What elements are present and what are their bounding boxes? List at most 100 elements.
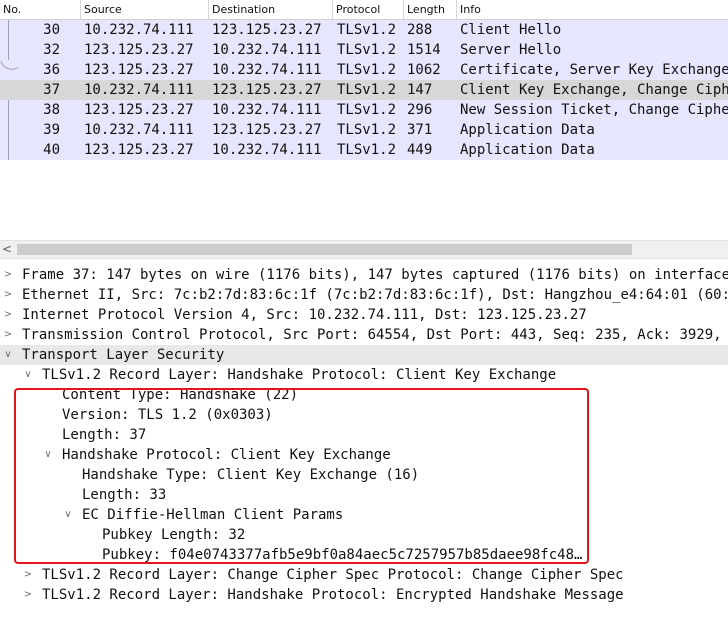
tree-item-label: TLSv1.2 Record Layer: Handshake Protocol… — [42, 587, 624, 603]
tree-item-content-type[interactable]: Content Type: Handshake (22) — [0, 385, 728, 405]
packet-protocol: TLSv1.2 — [337, 122, 397, 138]
tree-item-handshake-type[interactable]: Handshake Type: Client Key Exchange (16) — [0, 465, 728, 485]
packet-source: 123.125.23.27 — [84, 142, 194, 158]
expand-chevron-icon[interactable]: > — [2, 265, 14, 285]
tree-item-frame[interactable]: > Frame 37: 147 bytes on wire (1176 bits… — [0, 265, 728, 285]
packet-protocol: TLSv1.2 — [337, 42, 397, 58]
packet-source: 123.125.23.27 — [84, 102, 194, 118]
packet-source: 123.125.23.27 — [84, 42, 194, 58]
packet-row[interactable]: 32 123.125.23.27 10.232.74.111 TLSv1.2 1… — [0, 40, 728, 60]
packet-row[interactable]: 39 10.232.74.111 123.125.23.27 TLSv1.2 3… — [0, 120, 728, 140]
packet-protocol: TLSv1.2 — [337, 62, 397, 78]
packet-protocol: TLSv1.2 — [337, 22, 397, 38]
column-header-no[interactable]: No. — [0, 0, 81, 19]
tree-item-tls[interactable]: ∨ Transport Layer Security — [0, 345, 728, 365]
packet-length: 288 — [407, 22, 433, 38]
tree-item-label: Ethernet II, Src: 7c:b2:7d:83:6c:1f (7c:… — [22, 287, 728, 303]
tree-item-label: EC Diffie-Hellman Client Params — [82, 507, 344, 523]
packet-length: 147 — [407, 82, 433, 98]
collapse-chevron-icon[interactable]: ∨ — [2, 345, 14, 365]
tree-item-label: Content Type: Handshake (22) — [62, 387, 299, 403]
packet-number: 36 — [43, 62, 60, 78]
tree-item-label: TLSv1.2 Record Layer: Change Cipher Spec… — [42, 567, 624, 583]
packet-number: 37 — [43, 82, 60, 98]
packet-info: Client Key Exchange, Change Ciphe — [460, 82, 728, 98]
packet-length: 1062 — [407, 62, 441, 78]
tree-item-ip[interactable]: > Internet Protocol Version 4, Src: 10.2… — [0, 305, 728, 325]
packet-details-tree: > Frame 37: 147 bytes on wire (1176 bits… — [0, 265, 728, 605]
expand-chevron-icon[interactable]: > — [2, 305, 14, 325]
packet-row-selected[interactable]: 37 10.232.74.111 123.125.23.27 TLSv1.2 1… — [0, 80, 728, 100]
packet-destination: 123.125.23.27 — [212, 22, 322, 38]
packet-row[interactable]: 38 123.125.23.27 10.232.74.111 TLSv1.2 2… — [0, 100, 728, 120]
tree-item-label: Internet Protocol Version 4, Src: 10.232… — [22, 307, 587, 323]
tree-item-handshake-length[interactable]: Length: 33 — [0, 485, 728, 505]
packet-protocol: TLSv1.2 — [337, 142, 397, 158]
packet-length: 371 — [407, 122, 433, 138]
packet-length: 449 — [407, 142, 433, 158]
tree-item-record-change-cipher-spec[interactable]: > TLSv1.2 Record Layer: Change Cipher Sp… — [0, 565, 728, 585]
tree-item-label: Version: TLS 1.2 (0x0303) — [62, 407, 273, 423]
column-header-length[interactable]: Length — [404, 0, 457, 19]
packet-row[interactable]: 40 123.125.23.27 10.232.74.111 TLSv1.2 4… — [0, 140, 728, 160]
column-header-destination[interactable]: Destination — [209, 0, 333, 19]
packet-source: 10.232.74.111 — [84, 22, 194, 38]
packet-destination: 123.125.23.27 — [212, 122, 322, 138]
tree-item-length[interactable]: Length: 37 — [0, 425, 728, 445]
packet-length: 296 — [407, 102, 433, 118]
packet-list-header: No. Source Destination Protocol Length I… — [0, 0, 728, 20]
packet-info: Certificate, Server Key Exchange, — [460, 62, 728, 78]
tree-item-label: Handshake Type: Client Key Exchange (16) — [82, 467, 420, 483]
packet-protocol: TLSv1.2 — [337, 102, 397, 118]
column-header-source[interactable]: Source — [81, 0, 209, 19]
packet-info: Client Hello — [460, 22, 562, 38]
tree-item-record-encrypted-handshake[interactable]: > TLSv1.2 Record Layer: Handshake Protoc… — [0, 585, 728, 605]
packet-protocol: TLSv1.2 — [337, 82, 397, 98]
horizontal-scrollbar[interactable]: < — [0, 240, 728, 259]
tree-item-label: Transport Layer Security — [22, 347, 225, 363]
tree-item-label: Transmission Control Protocol, Src Port:… — [22, 327, 728, 343]
collapse-chevron-icon[interactable]: ∨ — [42, 445, 54, 465]
packet-number: 40 — [43, 142, 60, 158]
packet-source: 10.232.74.111 — [84, 82, 194, 98]
column-header-protocol[interactable]: Protocol — [333, 0, 404, 19]
tree-item-version[interactable]: Version: TLS 1.2 (0x0303) — [0, 405, 728, 425]
tree-item-handshake-protocol[interactable]: ∨ Handshake Protocol: Client Key Exchang… — [0, 445, 728, 465]
tree-item-pubkey[interactable]: Pubkey: f04e0743377afb5e9bf0a84aec5c7257… — [0, 545, 728, 565]
tree-item-pubkey-length[interactable]: Pubkey Length: 32 — [0, 525, 728, 545]
column-header-info[interactable]: Info — [457, 0, 728, 19]
tree-item-label: Pubkey Length: 32 — [102, 527, 246, 543]
expand-chevron-icon[interactable]: > — [2, 285, 14, 305]
scroll-left-icon[interactable]: < — [2, 241, 14, 258]
packet-info: Application Data — [460, 122, 595, 138]
tree-item-ecdh-params[interactable]: ∨ EC Diffie-Hellman Client Params — [0, 505, 728, 525]
expand-chevron-icon[interactable]: > — [2, 325, 14, 345]
packet-row[interactable]: 36 123.125.23.27 10.232.74.111 TLSv1.2 1… — [0, 55, 728, 80]
tree-item-ethernet[interactable]: > Ethernet II, Src: 7c:b2:7d:83:6c:1f (7… — [0, 285, 728, 305]
collapse-chevron-icon[interactable]: ∨ — [62, 505, 74, 525]
tree-item-label: Length: 37 — [62, 427, 147, 443]
collapse-chevron-icon[interactable]: ∨ — [22, 365, 34, 385]
tree-item-record-client-key-exchange[interactable]: ∨ TLSv1.2 Record Layer: Handshake Protoc… — [0, 365, 728, 385]
packet-row[interactable]: 30 10.232.74.111 123.125.23.27 TLSv1.2 2… — [0, 20, 728, 40]
packet-destination: 10.232.74.111 — [212, 102, 322, 118]
packet-destination: 123.125.23.27 — [212, 82, 322, 98]
tree-item-tcp[interactable]: > Transmission Control Protocol, Src Por… — [0, 325, 728, 345]
packet-number: 39 — [43, 122, 60, 138]
packet-info: Server Hello — [460, 42, 562, 58]
expand-chevron-icon[interactable]: > — [22, 565, 34, 585]
packet-destination: 10.232.74.111 — [212, 142, 322, 158]
packet-info: New Session Ticket, Change Cipher — [460, 102, 728, 118]
tree-item-label: TLSv1.2 Record Layer: Handshake Protocol… — [42, 367, 557, 383]
packet-source: 123.125.23.27 — [84, 62, 194, 78]
packet-destination: 10.232.74.111 — [212, 42, 322, 58]
expand-chevron-icon[interactable]: > — [22, 585, 34, 605]
tree-item-label: Frame 37: 147 bytes on wire (1176 bits),… — [22, 267, 728, 283]
packet-info: Application Data — [460, 142, 595, 158]
packet-number: 30 — [43, 22, 60, 38]
packet-length: 1514 — [407, 42, 441, 58]
packet-source: 10.232.74.111 — [84, 122, 194, 138]
packet-list: 30 10.232.74.111 123.125.23.27 TLSv1.2 2… — [0, 20, 728, 160]
scrollbar-thumb[interactable] — [17, 244, 632, 255]
tree-item-label: Handshake Protocol: Client Key Exchange — [62, 447, 391, 463]
